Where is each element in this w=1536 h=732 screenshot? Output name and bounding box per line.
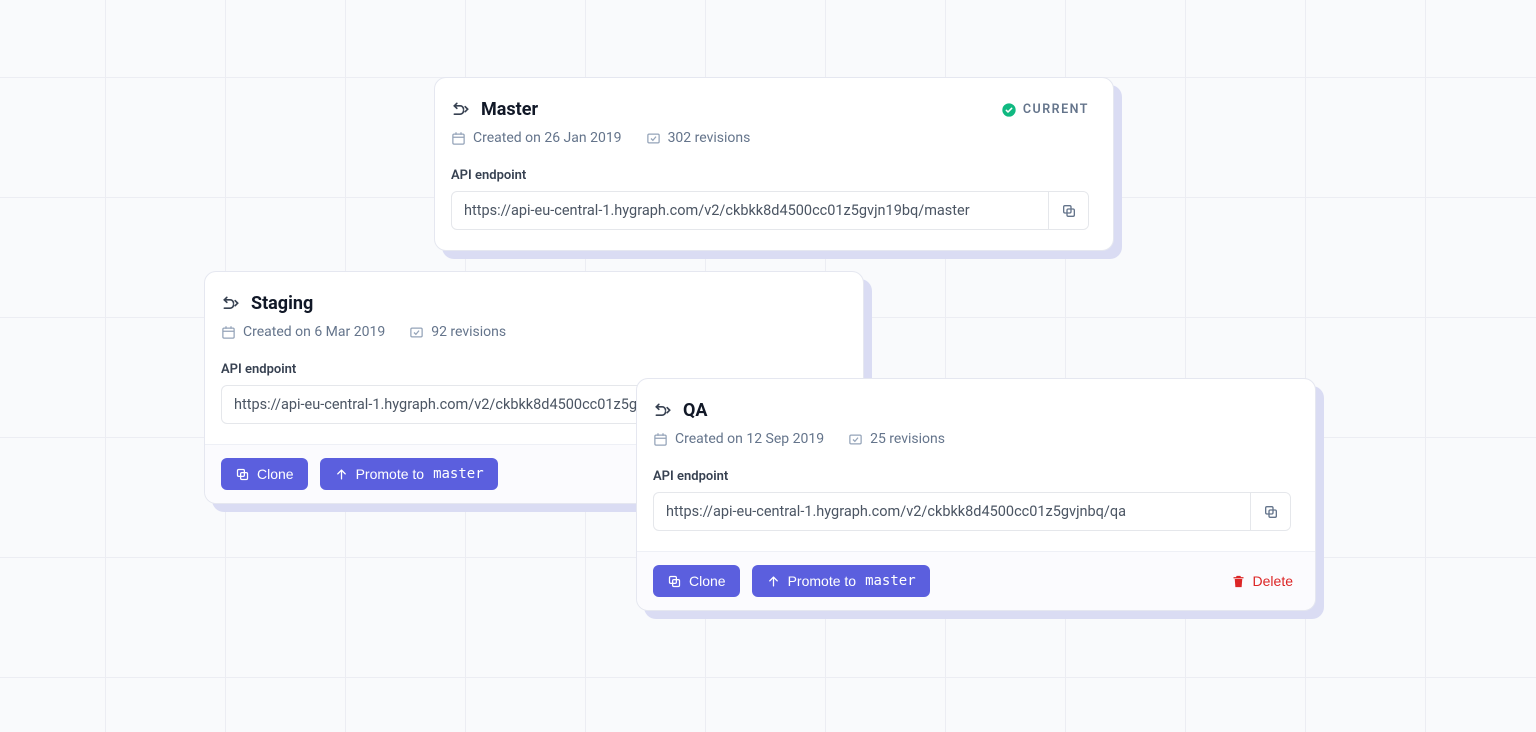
endpoint-row (451, 191, 1089, 230)
revisions-meta: 302 revisions (646, 130, 751, 146)
delete-label: Delete (1253, 573, 1293, 589)
created-meta: Created on 26 Jan 2019 (451, 130, 622, 146)
copy-endpoint-button[interactable] (1048, 192, 1088, 229)
revisions-text: 302 revisions (668, 130, 751, 146)
revisions-meta: 25 revisions (848, 431, 945, 447)
promote-target: master (865, 573, 916, 589)
clone-label: Clone (257, 466, 294, 482)
promote-button[interactable]: Promote to master (320, 458, 498, 490)
endpoint-row (653, 492, 1291, 531)
check-circle-icon (1001, 102, 1017, 118)
created-text: Created on 26 Jan 2019 (473, 130, 622, 146)
clone-button[interactable]: Clone (653, 565, 740, 597)
promote-button[interactable]: Promote to master (752, 565, 930, 597)
trash-icon (1231, 574, 1246, 589)
created-text: Created on 6 Mar 2019 (243, 324, 385, 340)
environment-title: Staging (251, 293, 313, 314)
environment-card-qa: QA Created on 12 Sep 2019 25 revisions A… (636, 378, 1316, 611)
branch-icon (451, 100, 471, 120)
revisions-text: 25 revisions (870, 431, 945, 447)
copy-icon (235, 467, 250, 482)
branch-icon (653, 401, 673, 421)
promote-target: master (433, 466, 484, 482)
clone-button[interactable]: Clone (221, 458, 308, 490)
clone-label: Clone (689, 573, 726, 589)
branch-icon (221, 294, 241, 314)
revisions-icon (409, 325, 424, 340)
endpoint-input[interactable] (654, 493, 1250, 530)
created-meta: Created on 6 Mar 2019 (221, 324, 385, 340)
current-badge: CURRENT (1001, 102, 1089, 118)
promote-prefix: Promote to (788, 573, 856, 589)
copy-icon (1263, 504, 1279, 520)
environment-title: Master (481, 99, 538, 120)
environment-title: QA (683, 400, 708, 421)
current-label: CURRENT (1023, 102, 1089, 117)
created-text: Created on 12 Sep 2019 (675, 431, 824, 447)
environment-card-master: Master CURRENT Created on 26 Jan 2019 30… (434, 77, 1114, 251)
calendar-icon (653, 432, 668, 447)
copy-icon (1061, 203, 1077, 219)
delete-button[interactable]: Delete (1231, 573, 1293, 589)
api-endpoint-label: API endpoint (637, 447, 1315, 492)
revisions-meta: 92 revisions (409, 324, 506, 340)
copy-endpoint-button[interactable] (1250, 493, 1290, 530)
promote-prefix: Promote to (356, 466, 424, 482)
arrow-up-icon (766, 574, 781, 589)
arrow-up-icon (334, 467, 349, 482)
endpoint-input[interactable] (452, 192, 1048, 229)
revisions-text: 92 revisions (431, 324, 506, 340)
copy-icon (667, 574, 682, 589)
calendar-icon (221, 325, 236, 340)
calendar-icon (451, 131, 466, 146)
revisions-icon (646, 131, 661, 146)
created-meta: Created on 12 Sep 2019 (653, 431, 824, 447)
api-endpoint-label: API endpoint (435, 146, 1113, 191)
revisions-icon (848, 432, 863, 447)
